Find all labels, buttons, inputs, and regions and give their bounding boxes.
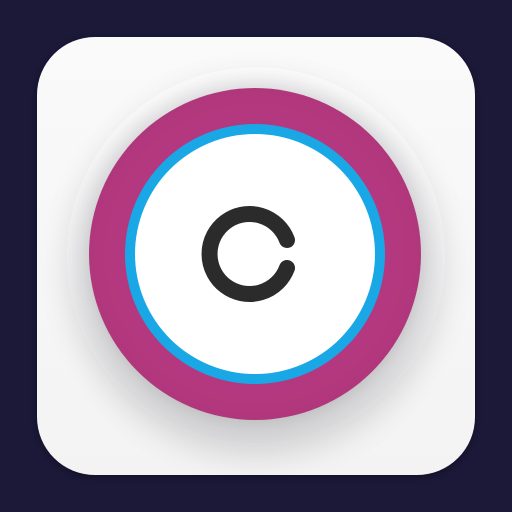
blue-ring: C (125, 124, 385, 384)
magenta-ring: C (89, 88, 421, 420)
letter-c-logo: C (201, 206, 295, 302)
app-icon-tile[interactable]: C (37, 37, 475, 475)
white-core: C (135, 134, 375, 374)
